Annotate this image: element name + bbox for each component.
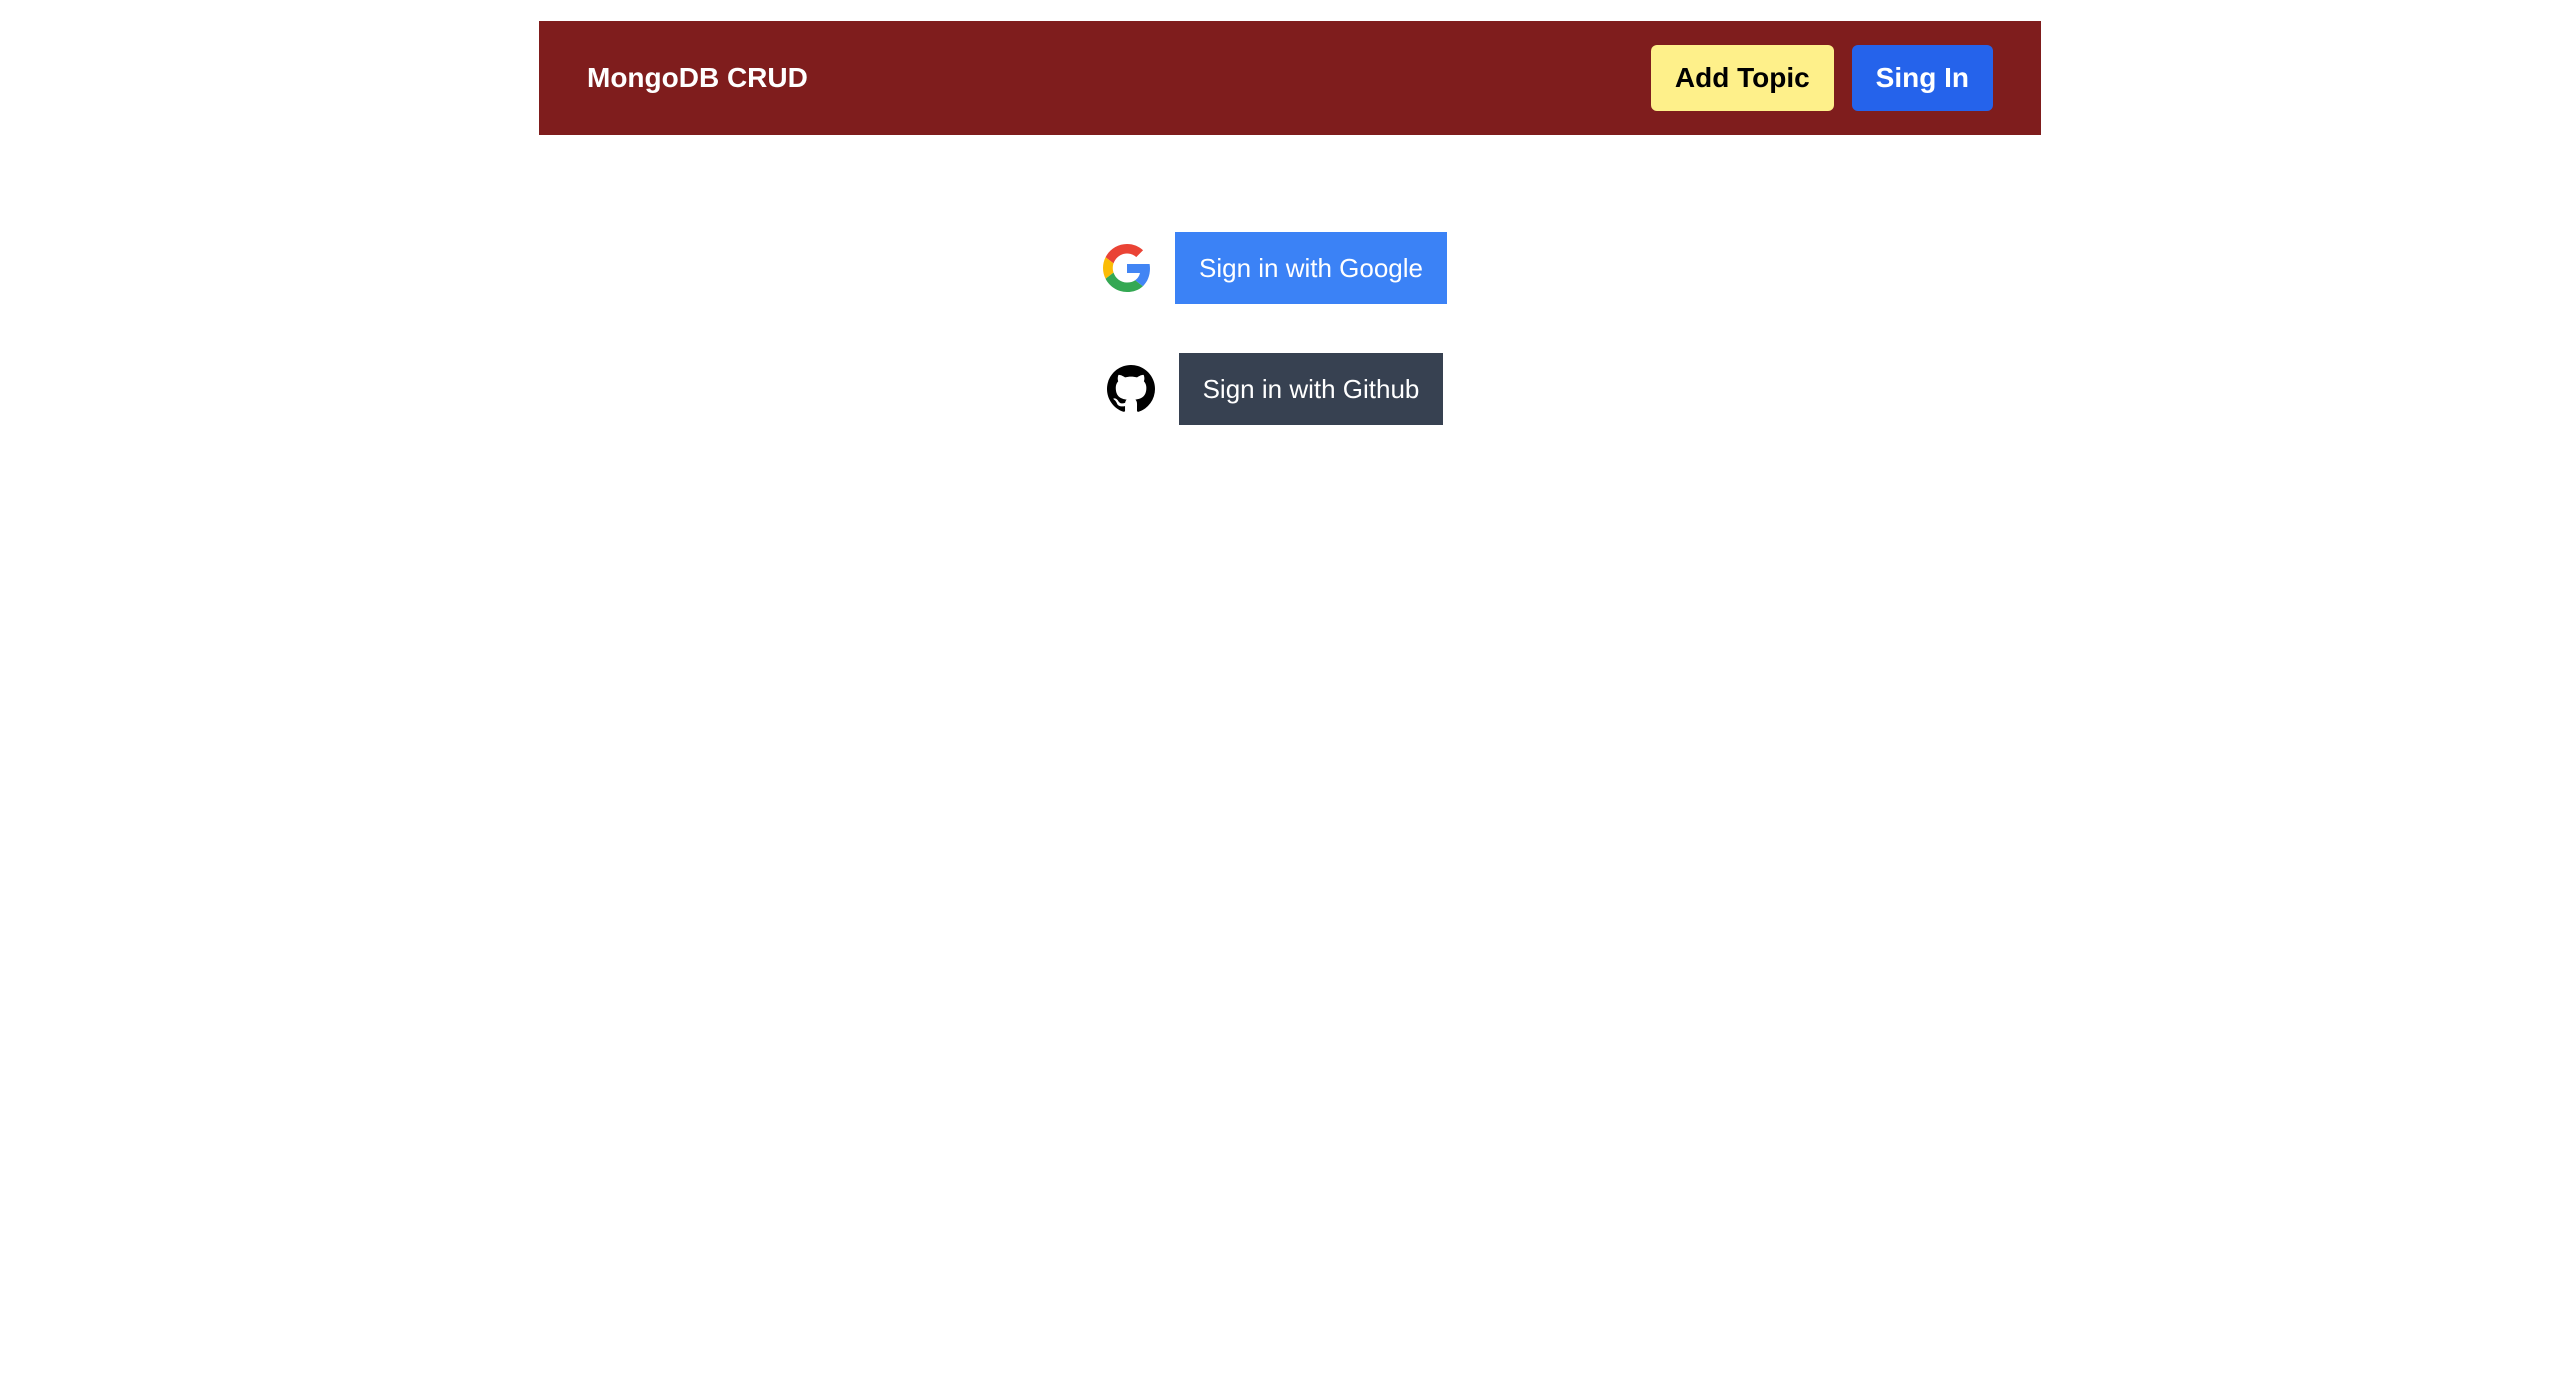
add-topic-button[interactable]: Add Topic xyxy=(1650,45,1834,111)
sign-in-github-button[interactable]: Sign in with Github xyxy=(1178,353,1444,425)
google-auth-row: Sign in with Google xyxy=(1102,232,1448,304)
sign-in-button[interactable]: Sing In xyxy=(1851,45,1993,111)
nav-actions: Add Topic Sing In xyxy=(1650,45,1993,111)
google-icon xyxy=(1102,244,1151,292)
page: MongoDB CRUD Add Topic Sing In Sign in w… xyxy=(0,0,2550,1383)
navbar: MongoDB CRUD Add Topic Sing In xyxy=(539,21,2041,135)
brand-link[interactable]: MongoDB CRUD xyxy=(587,62,808,94)
github-auth-row: Sign in with Github xyxy=(1106,353,1444,425)
github-icon xyxy=(1106,365,1155,413)
sign-in-google-button[interactable]: Sign in with Google xyxy=(1174,232,1448,304)
auth-options: Sign in with Google Sign in with Github xyxy=(0,232,2550,425)
